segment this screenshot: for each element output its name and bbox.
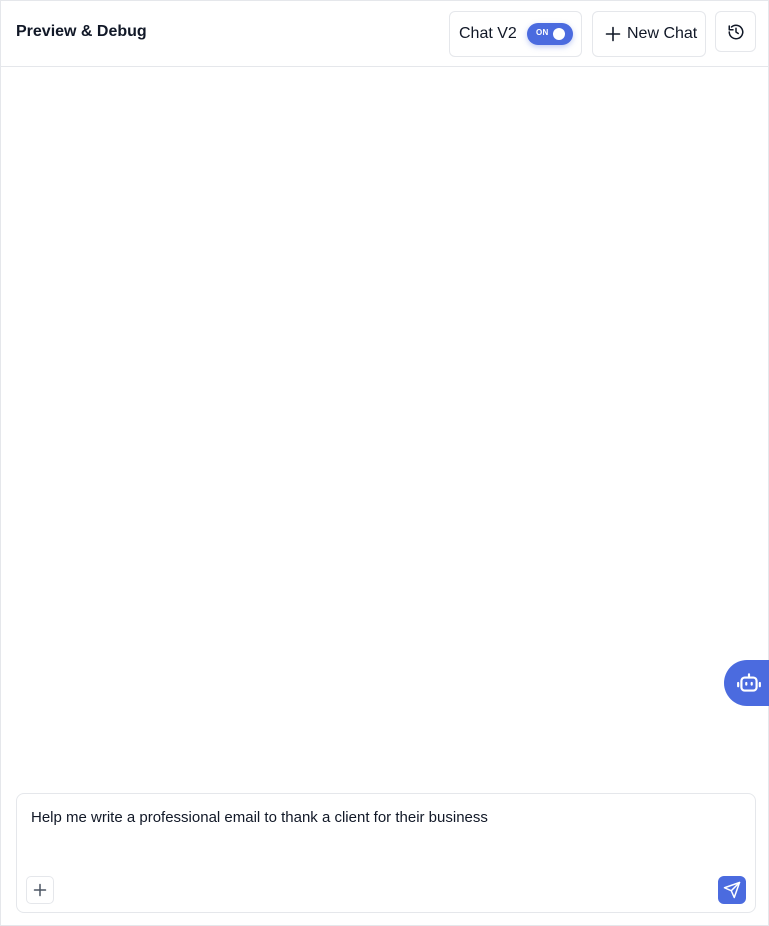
new-chat-button[interactable]: New Chat: [592, 11, 706, 57]
chat-v2-label: Chat V2: [459, 25, 517, 42]
toggle-state-text: ON: [536, 28, 549, 37]
message-input[interactable]: Help me write a professional email to th…: [31, 808, 741, 828]
plus-icon: [33, 883, 47, 897]
plus-icon: [604, 25, 622, 43]
assistant-floating-button[interactable]: [724, 660, 769, 706]
robot-icon: [736, 670, 762, 696]
new-chat-label: New Chat: [627, 25, 698, 42]
preview-debug-panel: Preview & Debug Chat V2 ON New Chat Help…: [0, 0, 769, 926]
send-button[interactable]: [718, 876, 746, 904]
toggle-knob: [553, 28, 565, 40]
attach-button[interactable]: [26, 876, 54, 904]
history-icon: [727, 23, 745, 41]
panel-header: Preview & Debug Chat V2 ON New Chat: [1, 1, 768, 67]
send-icon: [723, 881, 741, 899]
chat-v2-control: Chat V2 ON: [449, 11, 582, 57]
page-title: Preview & Debug: [16, 23, 147, 40]
message-composer[interactable]: Help me write a professional email to th…: [16, 793, 756, 913]
history-button[interactable]: [715, 11, 756, 52]
chat-v2-toggle[interactable]: ON: [527, 23, 573, 45]
